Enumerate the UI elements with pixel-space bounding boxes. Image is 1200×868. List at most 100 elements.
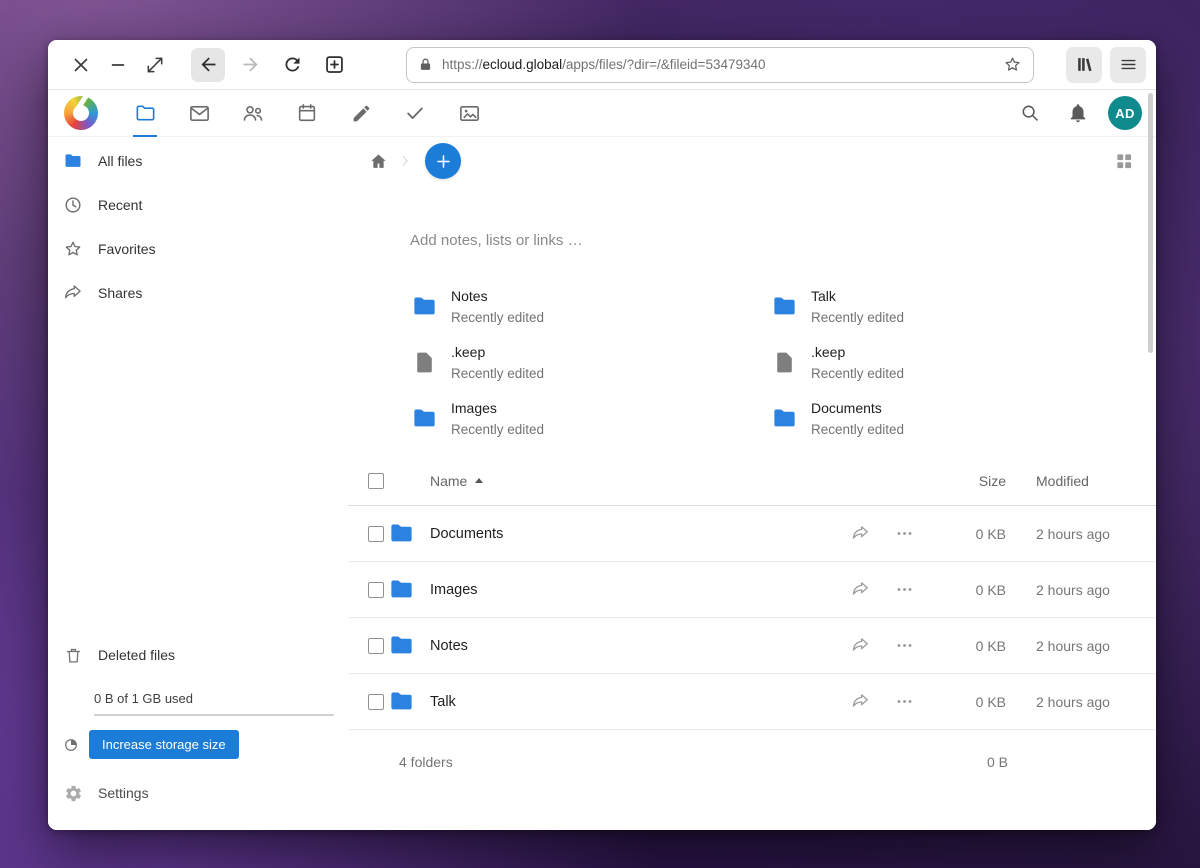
window-close-button[interactable] — [67, 51, 95, 79]
home-icon — [369, 152, 388, 171]
new-tab-button[interactable] — [317, 48, 351, 82]
actions-menu-button[interactable] — [895, 636, 914, 655]
file-name: Notes — [430, 638, 838, 654]
recent-card[interactable]: DocumentsRecently edited — [770, 395, 1130, 442]
grid-view-toggle-button[interactable] — [1106, 143, 1142, 179]
file-modified: 2 hours ago — [1036, 526, 1156, 542]
table-row[interactable]: Notes 0 KB 2 hours ago — [348, 618, 1156, 674]
size-column-header[interactable]: Size — [942, 473, 1006, 489]
recent-card[interactable]: .keepRecently edited — [410, 339, 770, 386]
recent-card-name: .keep — [451, 342, 544, 364]
photos-icon — [458, 102, 481, 125]
url-bar[interactable]: https://ecloud.global/apps/files/?dir=/&… — [406, 47, 1034, 83]
lock-icon — [417, 56, 434, 73]
notes-input[interactable] — [410, 225, 970, 255]
row-checkbox[interactable] — [368, 526, 384, 542]
folder-icon — [770, 405, 798, 432]
folder-icon — [388, 688, 415, 715]
recent-card[interactable]: TalkRecently edited — [770, 283, 1130, 330]
recent-card-subtitle: Recently edited — [451, 364, 544, 384]
modified-column-header[interactable]: Modified — [1036, 473, 1156, 489]
ecloud-logo[interactable] — [64, 96, 98, 130]
forward-button[interactable] — [233, 48, 267, 82]
contacts-icon — [241, 101, 265, 125]
close-icon — [70, 54, 92, 76]
bookmark-star-button[interactable] — [999, 52, 1025, 78]
actions-menu-button[interactable] — [895, 524, 914, 543]
home-breadcrumb-button[interactable] — [363, 146, 393, 176]
share-button[interactable] — [851, 524, 870, 543]
sidebar-item-label: Recent — [98, 197, 142, 213]
nav-mail[interactable] — [172, 90, 226, 137]
share-icon — [851, 636, 870, 655]
nav-contacts[interactable] — [226, 90, 280, 137]
browser-toolbar: https://ecloud.global/apps/files/?dir=/&… — [48, 40, 1156, 90]
share-button[interactable] — [851, 692, 870, 711]
storage-usage-text: 0 B of 1 GB used — [48, 691, 348, 706]
name-column-header[interactable]: Name — [430, 473, 838, 489]
recent-card[interactable]: ImagesRecently edited — [410, 395, 770, 442]
recent-card-name: Notes — [451, 286, 544, 308]
actions-menu-button[interactable] — [895, 692, 914, 711]
notifications-button[interactable] — [1060, 95, 1096, 131]
table-row[interactable]: Documents 0 KB 2 hours ago — [348, 506, 1156, 562]
scrollbar-thumb[interactable] — [1148, 93, 1153, 353]
window-minimize-button[interactable] — [104, 51, 132, 79]
menu-button[interactable] — [1110, 47, 1146, 83]
row-checkbox[interactable] — [368, 582, 384, 598]
storage-usage-bar — [94, 714, 334, 716]
sidebar-item-settings[interactable]: Settings — [48, 771, 348, 815]
recent-card[interactable]: NotesRecently edited — [410, 283, 770, 330]
sidebar-item-label: All files — [98, 153, 142, 169]
search-button[interactable] — [1012, 95, 1048, 131]
recent-card-subtitle: Recently edited — [811, 364, 904, 384]
actions-menu-button[interactable] — [895, 580, 914, 599]
new-tab-icon — [324, 54, 345, 75]
select-all-checkbox[interactable] — [368, 473, 384, 489]
window-maximize-button[interactable] — [141, 51, 169, 79]
browser-window: https://ecloud.global/apps/files/?dir=/&… — [48, 40, 1156, 830]
table-header-row: Name Size Modified — [348, 456, 1156, 506]
sidebar-item-label: Deleted files — [98, 647, 175, 663]
grid-view-icon — [1114, 151, 1134, 171]
share-button[interactable] — [851, 636, 870, 655]
back-arrow-icon — [198, 54, 219, 75]
sidebar-item-all-files[interactable]: All files — [48, 139, 348, 183]
nav-notes[interactable] — [334, 90, 388, 137]
sidebar-item-favorites[interactable]: Favorites — [48, 227, 348, 271]
nav-photos[interactable] — [442, 90, 496, 137]
reload-button[interactable] — [275, 48, 309, 82]
three-dots-icon — [895, 524, 914, 543]
files-sidebar: All files Recent Favorites Shares — [48, 137, 348, 829]
sidebar-item-recent[interactable]: Recent — [48, 183, 348, 227]
nav-tasks[interactable] — [388, 90, 442, 137]
recent-card-subtitle: Recently edited — [451, 420, 544, 440]
user-avatar[interactable]: AD — [1108, 96, 1142, 130]
folder-icon — [410, 293, 438, 320]
sidebar-item-shares[interactable]: Shares — [48, 271, 348, 315]
table-row[interactable]: Images 0 KB 2 hours ago — [348, 562, 1156, 618]
nav-calendar[interactable] — [280, 90, 334, 137]
folder-icon — [63, 151, 83, 171]
increase-storage-button[interactable]: Increase storage size — [89, 730, 239, 759]
plus-icon — [434, 152, 453, 171]
new-item-button[interactable] — [425, 143, 461, 179]
sidebar-item-label: Favorites — [98, 241, 156, 257]
table-row[interactable]: Talk 0 KB 2 hours ago — [348, 674, 1156, 730]
row-checkbox[interactable] — [368, 694, 384, 710]
app-header: AD — [48, 90, 1156, 137]
share-button[interactable] — [851, 580, 870, 599]
recent-card[interactable]: .keepRecently edited — [770, 339, 1130, 386]
library-button[interactable] — [1066, 47, 1102, 83]
calendar-icon — [296, 102, 318, 124]
bookmark-star-icon — [1003, 55, 1022, 74]
sidebar-item-deleted-files[interactable]: Deleted files — [48, 633, 348, 677]
mail-icon — [188, 102, 211, 125]
back-button[interactable] — [191, 48, 225, 82]
file-list-table: Name Size Modified Documents 0 KB 2 hou — [348, 456, 1156, 794]
search-icon — [1019, 102, 1041, 124]
avatar-initials: AD — [1115, 106, 1134, 121]
pencil-icon — [351, 103, 372, 124]
row-checkbox[interactable] — [368, 638, 384, 654]
nav-files[interactable] — [118, 90, 172, 137]
